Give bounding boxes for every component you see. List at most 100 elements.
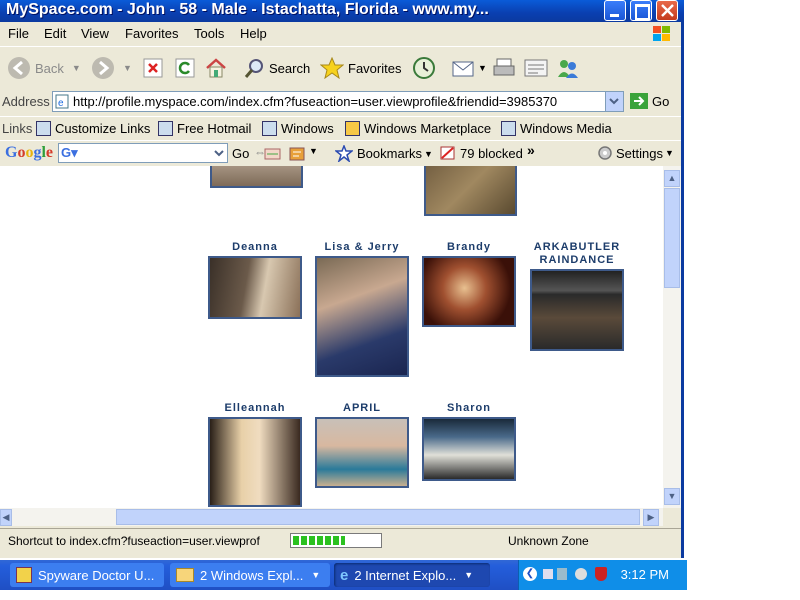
messenger-button[interactable]: [556, 53, 580, 83]
messenger-tray-icon[interactable]: [575, 568, 587, 580]
menu-file[interactable]: File: [8, 26, 29, 41]
friend-photo[interactable]: [315, 256, 409, 377]
blocked-count: 79 blocked: [460, 145, 523, 161]
bookmarks-label: Bookmarks: [357, 146, 423, 161]
friend-card[interactable]: Lisa & Jerry: [312, 241, 412, 377]
address-input[interactable]: e http://profile.myspace.com/index.cfm?f…: [52, 91, 624, 112]
friend-name[interactable]: Sharon: [419, 402, 519, 415]
browser-window: MySpace.com - John - 58 - Male - Istacha…: [0, 0, 684, 558]
friend-card[interactable]: Sharon: [419, 402, 519, 481]
back-button[interactable]: Back ▼: [8, 53, 81, 83]
print-icon: [493, 58, 515, 76]
minimize-button[interactable]: [604, 0, 626, 21]
horizontal-scrollbar[interactable]: ◀ ▶: [0, 508, 663, 526]
home-button[interactable]: [205, 53, 227, 83]
google-logo[interactable]: Google: [5, 144, 53, 162]
bookmarks-button[interactable]: Bookmarks ▼: [335, 145, 433, 162]
history-button[interactable]: [412, 53, 436, 83]
friend-name[interactable]: Deanna: [205, 241, 305, 254]
settings-button[interactable]: Settings ▼: [597, 145, 674, 161]
friend-name[interactable]: Elleannah: [205, 402, 305, 415]
taskbar-item-windows-explorer[interactable]: 2 Windows Expl... ▼: [170, 563, 330, 587]
friend-card[interactable]: Deanna: [205, 241, 305, 319]
tray-expand-icon[interactable]: ❮: [523, 567, 537, 581]
close-icon: [661, 4, 674, 17]
friend-name[interactable]: Brandy: [419, 241, 519, 254]
network-icon[interactable]: [543, 569, 553, 579]
scroll-left-button[interactable]: ◀: [0, 509, 12, 526]
security-zone: Unknown Zone: [508, 534, 589, 548]
link-label: Free Hotmail: [177, 121, 252, 136]
menu-edit[interactable]: Edit: [44, 26, 66, 41]
scroll-up-button[interactable]: ▲: [664, 170, 680, 187]
friend-card[interactable]: Elleannah: [205, 402, 305, 507]
scroll-down-button[interactable]: ▼: [664, 488, 680, 505]
link-free-hotmail[interactable]: Free Hotmail: [158, 121, 251, 136]
window-frame: [681, 22, 684, 558]
stop-button[interactable]: [143, 53, 163, 83]
friend-photo-partial[interactable]: [424, 166, 517, 216]
device-icon[interactable]: [557, 568, 567, 580]
friend-photo[interactable]: [422, 417, 516, 481]
friend-card[interactable]: ARKABUTLER RAINDANCE: [527, 241, 627, 351]
title-bar[interactable]: MySpace.com - John - 58 - Male - Istacha…: [0, 0, 684, 22]
address-label: Address: [2, 94, 50, 109]
maximize-icon: [635, 4, 650, 20]
friend-card[interactable]: Brandy: [419, 241, 519, 327]
favorites-button[interactable]: Favorites: [320, 53, 401, 83]
edit-button[interactable]: [523, 53, 549, 83]
friend-card[interactable]: APRIL: [312, 402, 412, 488]
go-button[interactable]: Go: [630, 93, 669, 109]
window-title: MySpace.com - John - 58 - Male - Istacha…: [6, 1, 489, 18]
menu-tools[interactable]: Tools: [194, 26, 224, 41]
google-go-button[interactable]: Go: [232, 146, 249, 161]
link-windows-media[interactable]: Windows Media: [501, 121, 612, 136]
scroll-right-button[interactable]: ▶: [643, 509, 659, 526]
friend-photo[interactable]: [208, 417, 302, 507]
pagerank-icon[interactable]: [264, 145, 282, 163]
search-button[interactable]: Search: [243, 53, 310, 83]
mail-button[interactable]: ▼: [452, 53, 487, 83]
windows-flag-icon: [345, 121, 360, 136]
taskbar-item-label: Spyware Doctor U...: [38, 567, 155, 583]
autofill-icon[interactable]: [288, 145, 308, 163]
progress-fill: [293, 536, 345, 545]
mail-icon: [452, 61, 474, 77]
menu-help[interactable]: Help: [240, 26, 267, 41]
friend-photo[interactable]: [530, 269, 624, 351]
favorites-label: Favorites: [348, 60, 402, 76]
menu-favorites[interactable]: Favorites: [125, 26, 178, 41]
address-bar: Address e http://profile.myspace.com/ind…: [0, 89, 684, 115]
popup-blocker-button[interactable]: 79 blocked: [440, 145, 523, 161]
close-button[interactable]: [656, 0, 678, 21]
friend-name[interactable]: ARKABUTLER RAINDANCE: [527, 241, 627, 267]
maximize-button[interactable]: [630, 0, 652, 21]
toolbar-overflow-chevron-icon[interactable]: »: [527, 142, 535, 158]
link-windows-marketplace[interactable]: Windows Marketplace: [345, 121, 491, 136]
history-icon: [413, 57, 435, 79]
google-search-input[interactable]: G▾: [58, 143, 228, 163]
friend-name[interactable]: APRIL: [312, 402, 412, 415]
menu-view[interactable]: View: [81, 26, 109, 41]
scroll-thumb[interactable]: [664, 188, 680, 288]
security-shield-icon[interactable]: [595, 567, 607, 581]
folder-icon: [176, 568, 194, 582]
clock[interactable]: 3:12 PM: [621, 567, 669, 582]
refresh-button[interactable]: [175, 53, 195, 83]
menu-bar: File Edit View Favorites Tools Help: [0, 22, 684, 46]
friend-photo[interactable]: [208, 256, 302, 319]
print-button[interactable]: [492, 53, 516, 83]
taskbar-item-spyware-doctor[interactable]: Spyware Doctor U...: [10, 563, 164, 587]
friend-photo-partial[interactable]: [210, 166, 303, 188]
taskbar-item-internet-explorer[interactable]: e 2 Internet Explo... ▼: [334, 563, 490, 587]
address-dropdown-button[interactable]: [605, 92, 623, 111]
forward-button[interactable]: ▼: [92, 53, 132, 83]
friend-photo[interactable]: [315, 417, 409, 488]
chevron-down-icon[interactable]: ▼: [309, 146, 318, 156]
vertical-scrollbar[interactable]: ▲ ▼: [663, 166, 681, 508]
friend-name[interactable]: Lisa & Jerry: [312, 241, 412, 254]
horizontal-scroll-thumb[interactable]: [116, 509, 640, 525]
friend-photo[interactable]: [422, 256, 516, 327]
link-customize-links[interactable]: Customize Links: [36, 121, 150, 136]
link-windows[interactable]: Windows: [262, 121, 334, 136]
